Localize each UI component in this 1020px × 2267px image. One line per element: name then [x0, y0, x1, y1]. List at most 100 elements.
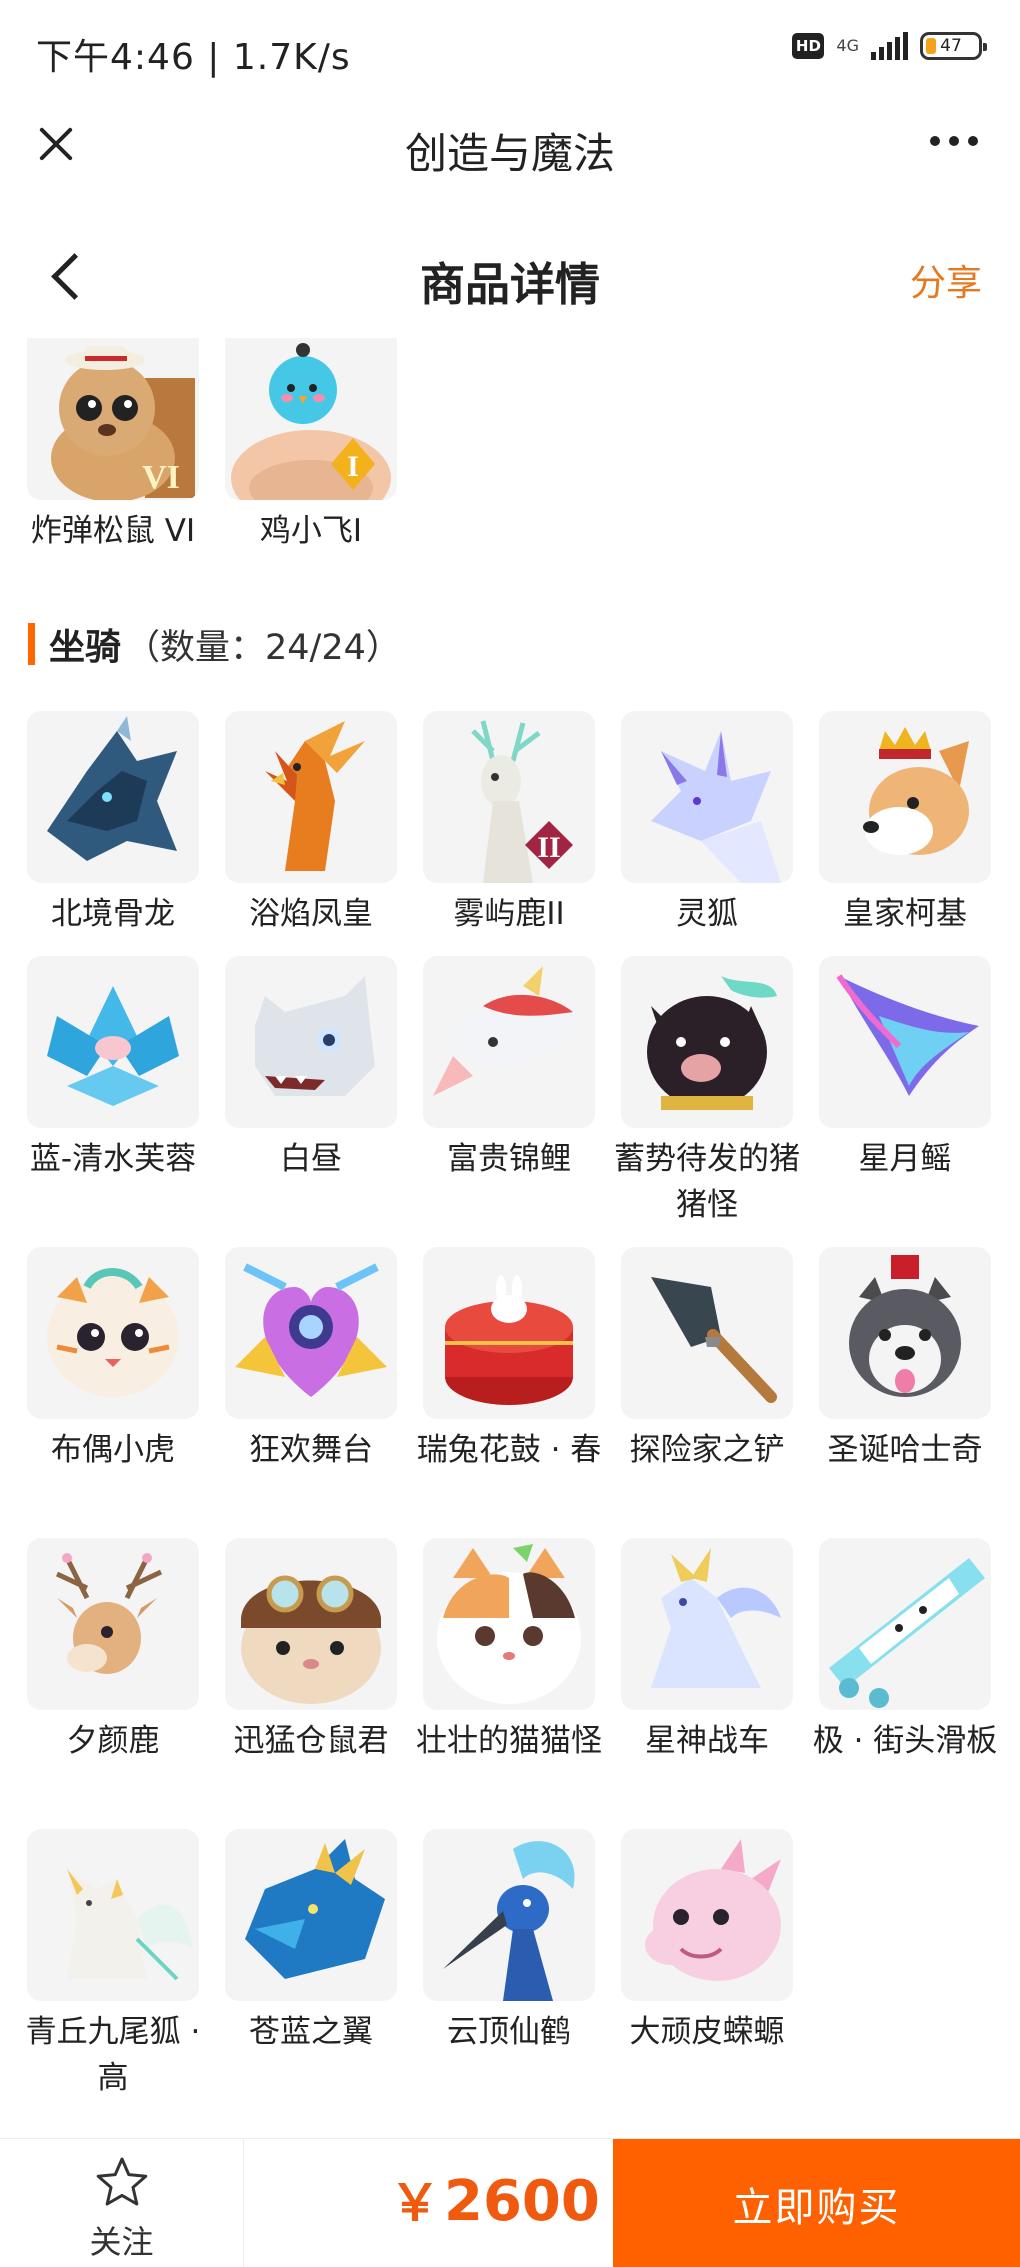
item-name: 探险家之铲: [629, 1432, 785, 1468]
status-bar: 下午4:46 | 1.7K/s HD 4G 47: [0, 0, 1020, 100]
section-accent-bar: [28, 623, 35, 665]
item-name: 炸弹松鼠 VI: [30, 513, 196, 549]
crane-icon: [423, 1829, 595, 2001]
item-name: 鸡小飞I: [259, 513, 363, 549]
item-card[interactable]: 迅猛仓鼠君: [225, 1538, 397, 1764]
item-name: 迅猛仓鼠君: [233, 1723, 389, 1759]
royal-corgi-icon: [819, 711, 991, 883]
network-type: 4G: [836, 36, 859, 55]
item-card[interactable]: 圣诞哈士奇: [819, 1247, 991, 1473]
status-icons: HD 4G 47: [792, 32, 987, 60]
azure-wing-icon: [225, 1829, 397, 2001]
phoenix-icon: [225, 711, 397, 883]
item-card[interactable]: 蓝-清水芙蓉: [27, 956, 199, 1182]
item-card[interactable]: 浴焰凤皇: [225, 711, 397, 937]
follow-label: 关注: [89, 2223, 154, 2261]
item-badge: I: [347, 450, 359, 483]
item-card[interactable]: 布偶小虎: [27, 1247, 199, 1473]
bottom-action-bar: 关注 ￥ 2600 立即购买: [0, 2138, 1020, 2267]
bomb-squirrel-icon: VI: [27, 338, 199, 500]
item-card[interactable]: 探险家之铲: [621, 1247, 793, 1473]
section-title-mounts: 坐骑 （数量：24/24）: [28, 620, 401, 668]
item-name: 雾屿鹿II: [453, 896, 565, 932]
item-card[interactable]: 青丘九尾狐 · 高: [26, 1829, 200, 2101]
item-name: 蓄势待发的猪猪怪: [614, 1141, 800, 1223]
star-icon: [96, 2157, 148, 2206]
item-name: 北境骨龙: [51, 896, 175, 932]
follow-button[interactable]: 关注: [0, 2139, 244, 2267]
item-name: 青丘九尾狐 · 高: [25, 2014, 201, 2096]
more-options-icon[interactable]: [930, 136, 978, 146]
blossom-deer-icon: [27, 1538, 199, 1710]
status-time: 下午4:46 | 1.7K/s: [36, 37, 351, 78]
price-currency: ￥: [390, 2174, 440, 2232]
hamster-icon: [225, 1538, 397, 1710]
item-card[interactable]: VI 炸弹松鼠 VI: [27, 338, 199, 554]
item-name: 壮壮的猫猫怪: [416, 1723, 602, 1759]
item-card[interactable]: 蓄势待发的猪猪怪: [614, 956, 800, 1228]
item-name: 蓝-清水芙蓉: [29, 1141, 197, 1177]
mist-deer-icon: II: [423, 711, 595, 883]
item-name: 云顶仙鹤: [447, 2014, 571, 2050]
item-card[interactable]: 大顽皮蝾螈: [621, 1829, 793, 2055]
item-card[interactable]: 极 · 街头滑板: [813, 1538, 997, 1764]
black-pig-icon: [621, 956, 793, 1128]
item-name: 星月鳐: [858, 1141, 952, 1177]
item-name: 极 · 街头滑板: [812, 1723, 998, 1759]
item-card[interactable]: II 雾屿鹿II: [423, 711, 595, 937]
fat-cat-icon: [423, 1538, 595, 1710]
item-card[interactable]: 星神战车: [621, 1538, 793, 1764]
item-name: 灵狐: [676, 896, 738, 932]
item-name: 星神战车: [645, 1723, 769, 1759]
battery-level: 47: [940, 36, 962, 56]
spirit-fox-icon: [621, 711, 793, 883]
item-name: 夕颜鹿: [66, 1723, 160, 1759]
rabbit-drum-icon: [423, 1247, 595, 1419]
item-card[interactable]: 北境骨龙: [27, 711, 199, 937]
section-name: 坐骑: [49, 627, 122, 668]
item-name: 富贵锦鲤: [447, 1141, 571, 1177]
page-title: 商品详情: [419, 258, 600, 311]
item-name: 皇家柯基: [843, 896, 967, 932]
nine-tail-fox-icon: [27, 1829, 199, 2001]
item-name: 浴焰凤皇: [249, 896, 373, 932]
item-badge: VI: [142, 459, 180, 496]
item-card[interactable]: 瑞兔花鼓 · 春: [417, 1247, 601, 1473]
item-card[interactable]: 狂欢舞台: [225, 1247, 397, 1473]
item-name: 狂欢舞台: [249, 1432, 373, 1468]
chicken-icon: I: [225, 338, 397, 500]
koi-icon: [423, 956, 595, 1128]
item-card[interactable]: 壮壮的猫猫怪: [416, 1538, 602, 1764]
item-card[interactable]: I 鸡小飞I: [225, 338, 397, 554]
item-name: 瑞兔花鼓 · 春: [416, 1432, 602, 1468]
bone-dragon-icon: [27, 711, 199, 883]
hd-icon: HD: [792, 33, 825, 59]
app-title: 创造与魔法: [404, 129, 615, 178]
item-card[interactable]: 灵狐: [621, 711, 793, 937]
skateboard-icon: [819, 1538, 991, 1710]
husky-icon: [819, 1247, 991, 1419]
buy-now-button[interactable]: 立即购买: [613, 2139, 1020, 2267]
shovel-icon: [621, 1247, 793, 1419]
item-card[interactable]: 白昼: [225, 956, 397, 1182]
axolotl-icon: [621, 1829, 793, 2001]
item-card[interactable]: 富贵锦鲤: [423, 956, 595, 1182]
page-header: 商品详情 分享: [0, 230, 1020, 320]
item-name: 白昼: [280, 1141, 342, 1177]
star-ray-icon: [819, 956, 991, 1128]
item-card[interactable]: 云顶仙鹤: [423, 1829, 595, 2055]
item-card[interactable]: 星月鳐: [819, 956, 991, 1182]
app-header: 创造与魔法: [0, 100, 1020, 188]
item-card[interactable]: 苍蓝之翼: [225, 1829, 397, 2055]
item-name: 布偶小虎: [51, 1432, 175, 1468]
item-badge: II: [537, 831, 560, 864]
item-card[interactable]: 皇家柯基: [819, 711, 991, 937]
item-card[interactable]: 夕颜鹿: [27, 1538, 199, 1764]
section-count: （数量：24/24）: [125, 627, 401, 668]
item-name: 圣诞哈士奇: [827, 1432, 983, 1468]
price: ￥ 2600: [390, 2163, 600, 2235]
carnival-stage-icon: [225, 1247, 397, 1419]
share-button[interactable]: 分享: [910, 254, 982, 306]
signal-icon: [871, 32, 908, 60]
item-name: 苍蓝之翼: [249, 2014, 373, 2050]
